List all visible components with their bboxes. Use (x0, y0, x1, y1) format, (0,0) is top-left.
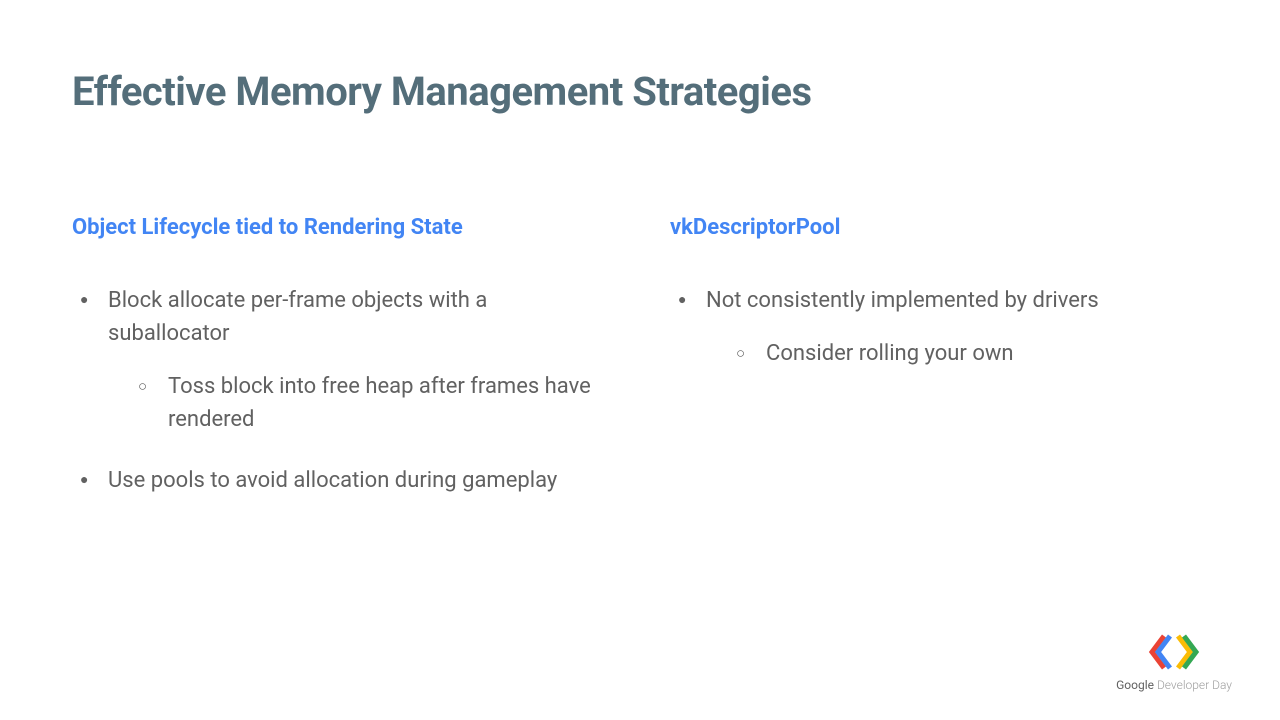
left-heading: Object Lifecycle tied to Rendering State (72, 215, 610, 240)
slide: Effective Memory Management Strategies O… (0, 0, 1280, 525)
list-item: Use pools to avoid allocation during gam… (108, 464, 610, 497)
list-item: Block allocate per-frame objects with a … (108, 284, 610, 436)
right-heading: vkDescriptorPool (670, 215, 1208, 240)
footer-text: Google Developer Day (1116, 678, 1232, 692)
right-list: Not consistently implemented by drivers … (670, 284, 1208, 370)
list-item-text: Not consistently implemented by drivers (706, 288, 1099, 313)
left-column: Object Lifecycle tied to Rendering State… (72, 215, 610, 525)
list-item: Not consistently implemented by drivers … (706, 284, 1208, 370)
columns: Object Lifecycle tied to Rendering State… (72, 215, 1208, 525)
footer-logo: Google Developer Day (1116, 634, 1232, 692)
sub-list: Toss block into free heap after frames h… (108, 370, 610, 436)
right-column: vkDescriptorPool Not consistently implem… (670, 215, 1208, 525)
footer-brand1: Google (1116, 678, 1154, 692)
google-brackets-icon (1148, 634, 1200, 670)
list-item-text: Block allocate per-frame objects with a … (108, 288, 487, 346)
slide-title: Effective Memory Management Strategies (72, 68, 1208, 115)
sub-list-item: Toss block into free heap after frames h… (168, 370, 610, 436)
left-list: Block allocate per-frame objects with a … (72, 284, 610, 497)
list-item-text: Use pools to avoid allocation during gam… (108, 468, 557, 493)
sub-list: Consider rolling your own (706, 337, 1208, 370)
sub-list-item: Consider rolling your own (766, 337, 1208, 370)
footer-brand2: Developer Day (1154, 678, 1232, 692)
